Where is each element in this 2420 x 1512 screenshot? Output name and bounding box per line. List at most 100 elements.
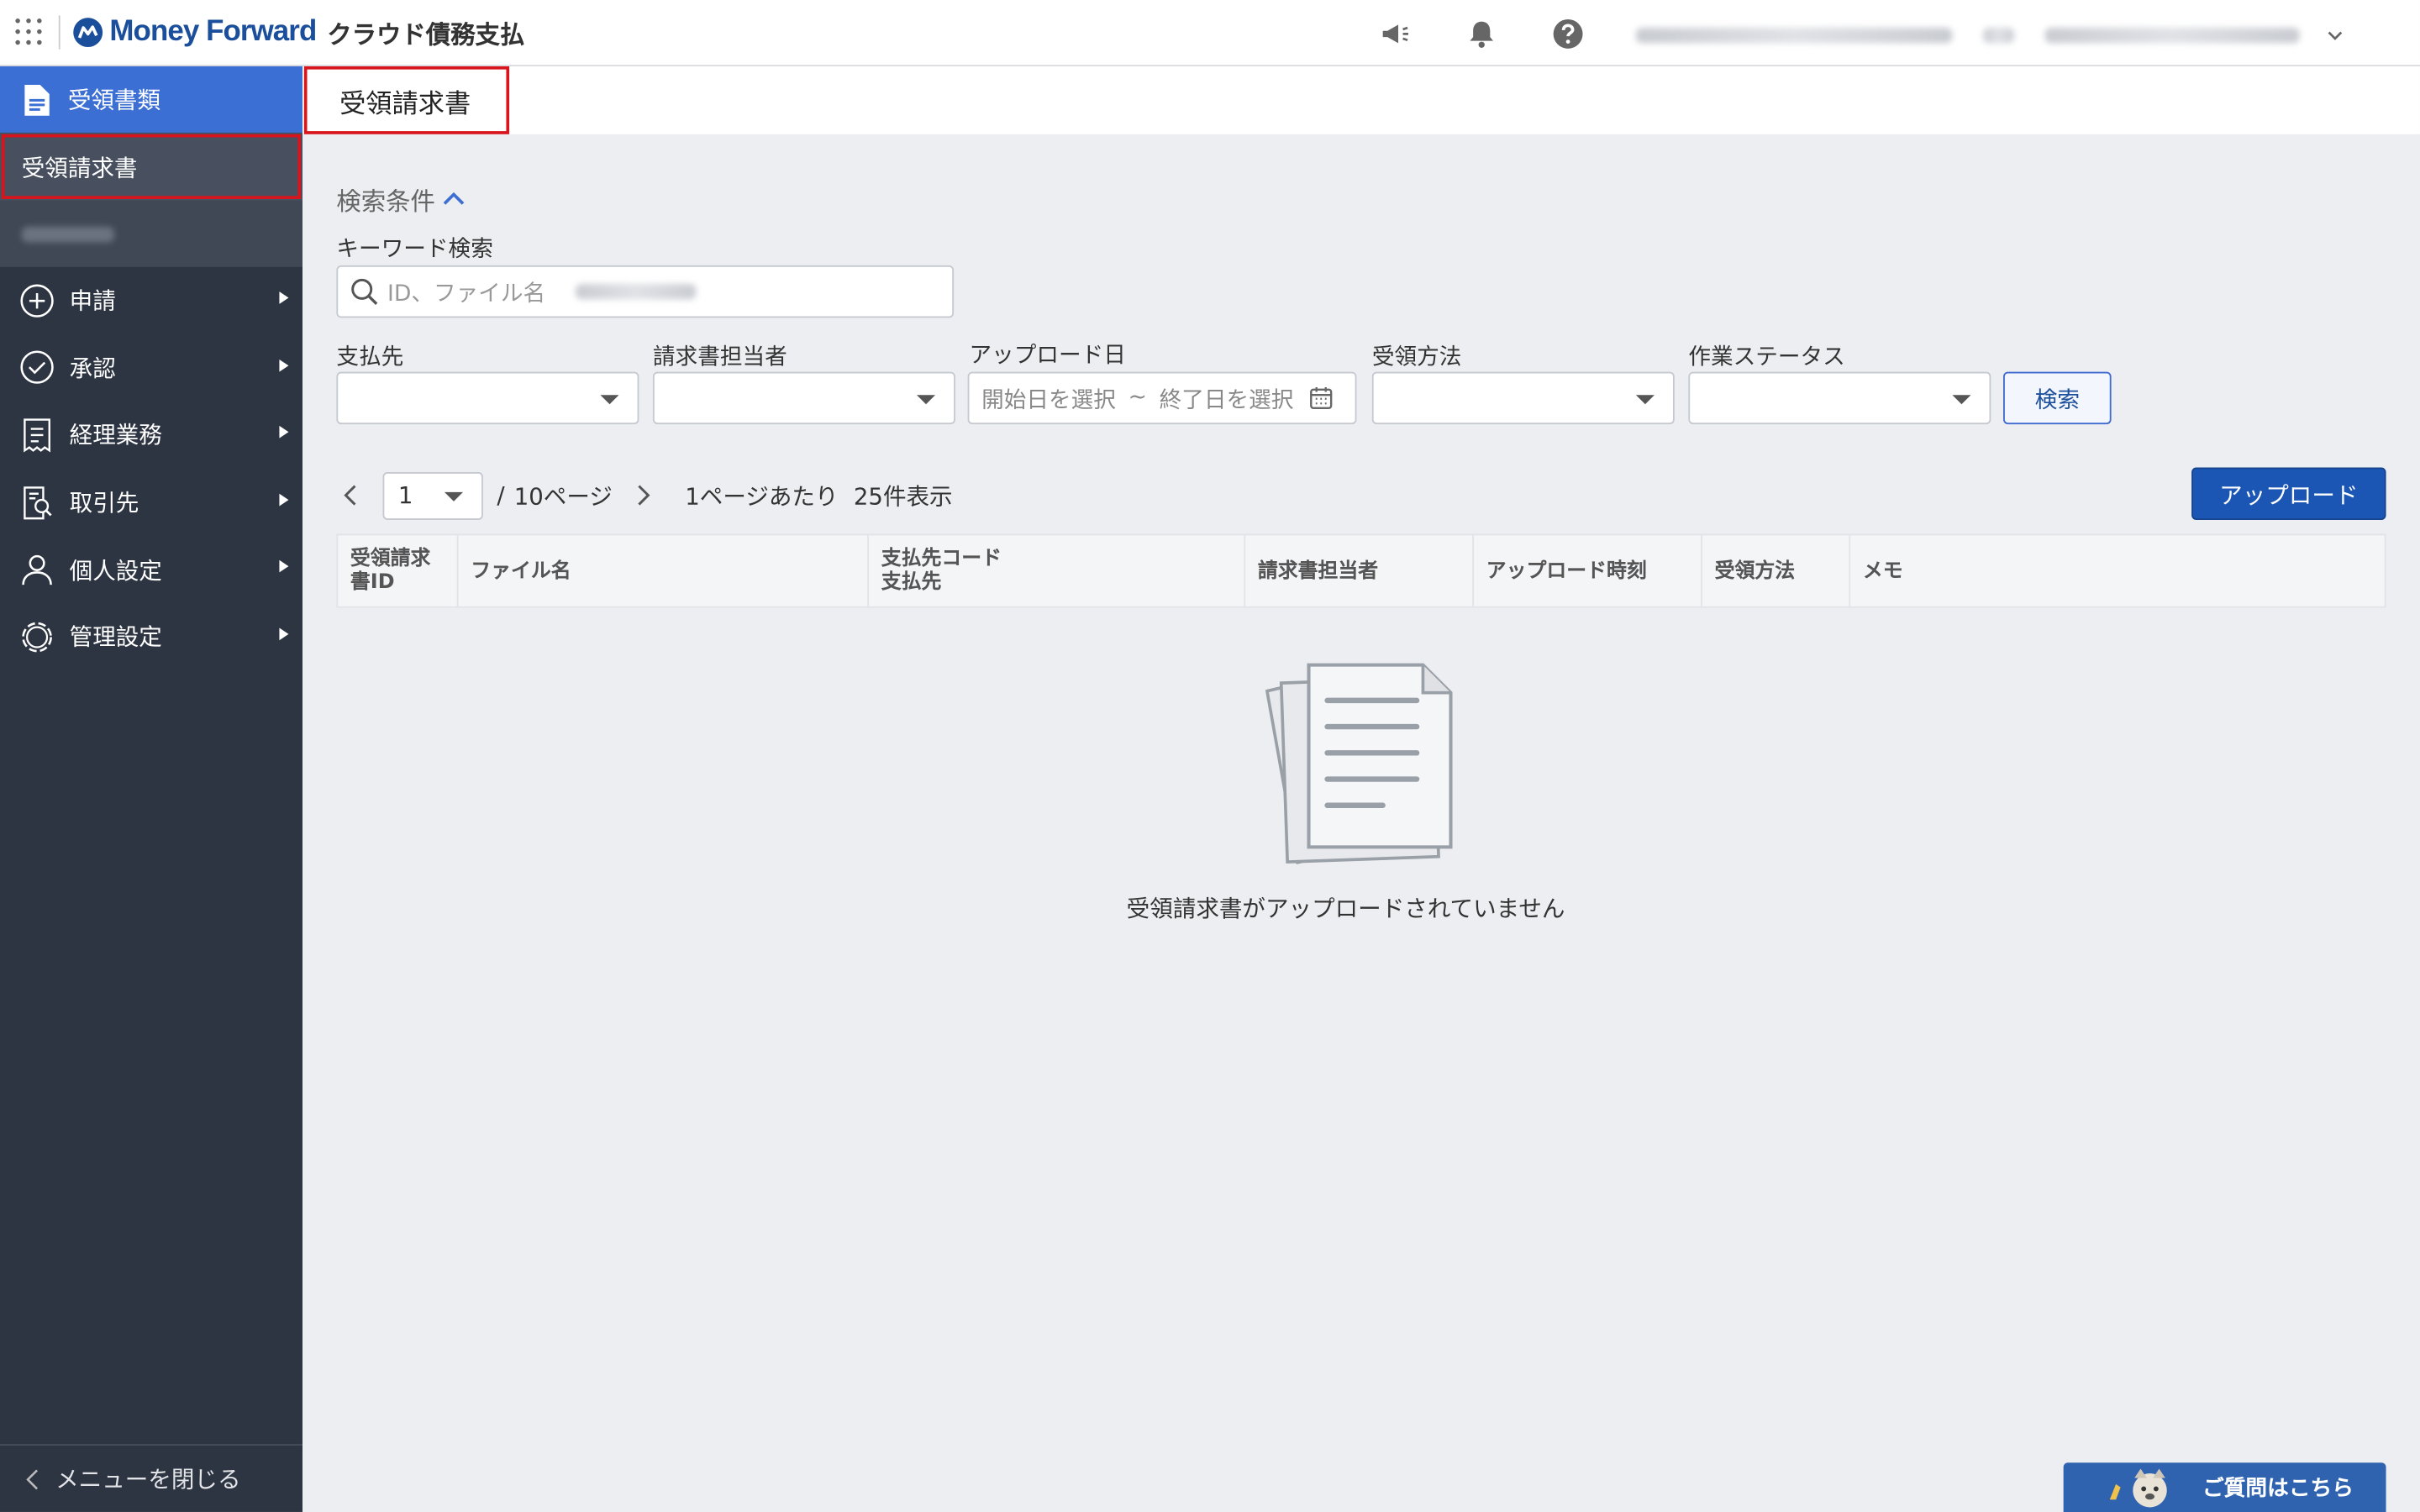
help-chat-button[interactable]: ご質問はこちら	[2063, 1462, 2386, 1512]
megaphone-icon[interactable]	[1378, 17, 1412, 50]
dropdown-arrow-icon	[444, 491, 464, 501]
keyword-placeholder: ID、ファイル名	[387, 281, 546, 307]
user-name-blurred	[2044, 28, 2300, 44]
close-menu-button[interactable]: メニューを閉じる	[0, 1444, 302, 1512]
page-title: 受領請求書	[303, 66, 510, 134]
header-divider	[58, 15, 60, 50]
start-date-placeholder: 開始日を選択	[981, 387, 1116, 413]
column-header-upload-time[interactable]: アップロード時刻	[1474, 535, 1702, 606]
sidebar-item-blurred[interactable]	[0, 200, 302, 267]
chevron-down-icon	[2328, 31, 2343, 40]
main-content: 検索条件 キーワード検索 ID、ファイル名 支払先 請求書担当者 アップロード日…	[302, 134, 2420, 1512]
dropdown-arrow-icon	[600, 395, 619, 405]
close-menu-label: メニューを閉じる	[55, 1465, 241, 1494]
sidebar-item-application[interactable]: 申請	[0, 267, 302, 334]
column-header-receipt-method[interactable]: 受領方法	[1702, 535, 1851, 606]
caret-right-icon	[279, 493, 289, 507]
empty-documents-icon	[1265, 663, 1453, 865]
sidebar-item-admin-settings[interactable]: 管理設定	[0, 603, 302, 670]
upload-date-filter-label: アップロード日	[969, 344, 1126, 369]
search-conditions-title: 検索条件	[336, 186, 435, 217]
sidebar-item-label: 経理業務	[69, 422, 162, 450]
sidebar: 受領書類 受領請求書 申請 承認 経理業務 取引先 個人設定 管理設定 メニュー…	[0, 66, 302, 1512]
product-name: クラウド債務支払	[327, 19, 525, 50]
caret-right-icon	[279, 426, 289, 438]
empty-state-message: 受領請求書がアップロードされていません	[1126, 895, 1565, 923]
work-status-select[interactable]	[1688, 371, 1991, 425]
money-forward-logo-icon	[73, 18, 103, 48]
plus-circle-icon	[20, 284, 54, 318]
column-header-memo[interactable]: メモ	[1850, 535, 2384, 606]
keyword-search-input[interactable]: ID、ファイル名	[336, 265, 955, 318]
receipt-method-select[interactable]	[1371, 371, 1675, 425]
page-title-bar: 受領請求書	[302, 66, 2420, 134]
user-account-menu[interactable]	[1635, 18, 2354, 52]
chevron-left-icon	[26, 1468, 38, 1489]
caret-right-icon	[279, 359, 289, 371]
next-page-button[interactable]	[629, 481, 657, 509]
search-button[interactable]: 検索	[2003, 371, 2112, 425]
app-grid-icon[interactable]	[15, 18, 43, 46]
date-range-separator: ~	[1128, 386, 1147, 411]
column-header-invoice-id[interactable]: 受領請求 書ID	[338, 535, 459, 606]
upload-button[interactable]: アップロード	[2191, 467, 2386, 520]
person-icon	[22, 555, 52, 585]
mascot-dog-icon	[2109, 1468, 2167, 1508]
vendor-icon	[24, 486, 52, 519]
sidebar-section-label: 受領書類	[67, 86, 161, 114]
top-header: Money Forward クラウド債務支払	[0, 0, 2420, 66]
sidebar-item-label: 取引先	[69, 489, 139, 517]
sidebar-item-label: 受領請求書	[21, 153, 138, 181]
office-name-blurred	[1635, 28, 1953, 44]
column-header-vendor[interactable]: 支払先コード 支払先	[869, 535, 1246, 606]
sidebar-item-label: 申請	[69, 287, 116, 316]
check-circle-icon	[20, 351, 54, 385]
keyword-label: キーワード検索	[336, 237, 493, 263]
chevron-up-icon	[443, 192, 465, 205]
divider-blurred	[1983, 28, 2014, 44]
vendor-select[interactable]	[336, 371, 639, 425]
chevron-left-icon	[344, 485, 356, 506]
per-page-value[interactable]: 25件表示	[854, 479, 953, 512]
dropdown-arrow-icon	[1635, 395, 1655, 405]
caret-right-icon	[279, 560, 289, 574]
sidebar-item-label: 承認	[69, 354, 116, 383]
page-separator: /	[497, 481, 505, 510]
pagination: 1 / 10ページ 1ページあたり 25件表示	[336, 470, 953, 520]
app-logo[interactable]: Money Forward クラウド債務支払	[72, 14, 524, 51]
document-icon	[24, 84, 50, 115]
sidebar-item-received-invoices[interactable]: 受領請求書	[0, 132, 302, 201]
receipt-method-filter-label: 受領方法	[1371, 345, 1462, 370]
end-date-placeholder: 終了日を選択	[1159, 387, 1294, 413]
placeholder-blurred	[576, 283, 697, 300]
sidebar-item-vendors[interactable]: 取引先	[0, 469, 302, 536]
column-header-invoice-owner[interactable]: 請求書担当者	[1245, 535, 1475, 606]
invoice-owner-select[interactable]	[652, 371, 955, 425]
work-status-filter-label: 作業ステータス	[1688, 345, 1845, 370]
dropdown-arrow-icon	[1952, 395, 1971, 405]
help-button-label: ご質問はこちら	[2202, 1476, 2354, 1502]
sidebar-section-received-docs[interactable]: 受領書類	[0, 66, 302, 133]
help-icon[interactable]	[1551, 17, 1585, 50]
sidebar-item-accounting[interactable]: 経理業務	[0, 402, 302, 469]
prev-page-button[interactable]	[336, 481, 364, 509]
gear-icon	[22, 622, 52, 652]
caret-right-icon	[279, 291, 289, 304]
sidebar-item-label: 管理設定	[69, 623, 162, 652]
chevron-right-icon	[638, 485, 650, 506]
page-number-select[interactable]: 1	[382, 471, 483, 520]
caret-right-icon	[279, 627, 289, 641]
search-conditions-toggle[interactable]: 検索条件	[336, 181, 466, 218]
total-pages-text: 10ページ	[513, 481, 613, 511]
logo-text: Money Forward	[109, 15, 317, 48]
invoice-owner-filter-label: 請求書担当者	[652, 345, 787, 370]
bell-icon[interactable]	[1465, 17, 1498, 50]
calendar-icon	[1310, 387, 1333, 410]
table-header: 受領請求 書ID ファイル名 支払先コード 支払先 請求書担当者 アップロード時…	[336, 533, 2386, 608]
sidebar-item-personal-settings[interactable]: 個人設定	[0, 536, 302, 603]
current-page-value: 1	[397, 481, 413, 510]
sidebar-item-approval[interactable]: 承認	[0, 334, 302, 402]
column-header-file-name[interactable]: ファイル名	[458, 535, 870, 606]
upload-date-range-input[interactable]: 開始日を選択 ~ 終了日を選択	[967, 371, 1357, 425]
sidebar-item-label: 個人設定	[69, 556, 162, 585]
